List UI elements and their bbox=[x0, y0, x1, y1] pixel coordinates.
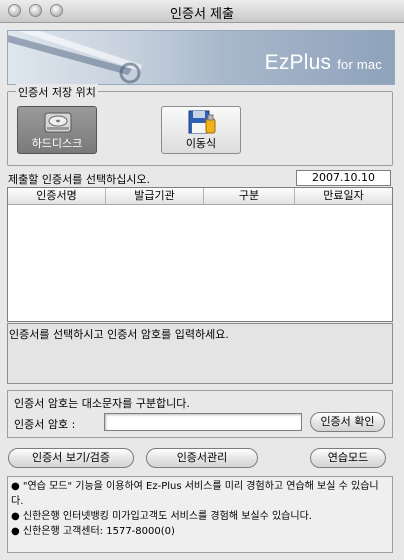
window-title: 인증서 제출 bbox=[170, 7, 234, 22]
column-header-issuer[interactable]: 발급기관 bbox=[106, 188, 204, 204]
storage-location-legend: 인증서 저장 위치 bbox=[16, 84, 98, 100]
column-header-type[interactable]: 구분 bbox=[204, 188, 295, 204]
ezplus-banner: EzPlus for mac bbox=[7, 30, 395, 85]
note-item: ● "연습 모드" 기능을 이용하여 Ez-Plus 서비스를 미리 경험하고 … bbox=[11, 481, 379, 507]
table-header: 인증서명 발급기관 구분 만료일자 bbox=[8, 188, 392, 205]
info-message-box: 인증서를 선택하시고 인증서 암호를 입력하세요. bbox=[7, 323, 393, 384]
password-input[interactable] bbox=[104, 413, 302, 431]
column-header-certificate-name[interactable]: 인증서명 bbox=[8, 188, 106, 204]
confirm-certificate-button[interactable]: 인증서 확인 bbox=[310, 412, 385, 432]
certificate-table[interactable]: 인증서명 발급기관 구분 만료일자 bbox=[7, 187, 393, 322]
notes-box: ● "연습 모드" 기능을 이용하여 Ez-Plus 서비스를 미리 경험하고 … bbox=[7, 476, 393, 553]
title-bar[interactable]: 인증서 제출 bbox=[0, 0, 404, 23]
practice-mode-button[interactable]: 연습모드 bbox=[310, 448, 386, 468]
password-group: 인증서 암호는 대소문자를 구분합니다. 인증서 암호 : 인증서 확인 bbox=[7, 390, 393, 438]
view-verify-certificate-button[interactable]: 인증서 보기/검증 bbox=[8, 448, 134, 468]
case-sensitive-note: 인증서 암호는 대소문자를 구분합니다. bbox=[14, 397, 190, 410]
brand-logo: EzPlus for mac bbox=[264, 51, 382, 74]
manage-certificate-button[interactable]: 인증서관리 bbox=[146, 448, 258, 468]
harddisk-button[interactable]: 하드디스크 bbox=[17, 106, 97, 154]
certificate-submit-window: 인증서 제출 EzPlus for mac 인증서 저장 위치 하드디스크 이동… bbox=[0, 0, 404, 560]
removable-storage-label: 이동식 bbox=[185, 137, 217, 150]
password-label: 인증서 암호 : bbox=[14, 418, 76, 431]
harddisk-label: 하드디스크 bbox=[31, 137, 83, 150]
current-date: 2007.10.10 bbox=[296, 170, 391, 186]
storage-location-group: 인증서 저장 위치 하드디스크 이동식 bbox=[7, 84, 393, 166]
column-header-expiry-date[interactable]: 만료일자 bbox=[295, 188, 392, 204]
info-message: 인증서를 선택하시고 인증서 암호를 입력하세요. bbox=[9, 328, 229, 341]
key-icon bbox=[8, 31, 142, 84]
floppy-disk-icon bbox=[188, 110, 216, 134]
note-item: ● 신한은행 인터넷뱅킹 미가입고객도 서비스를 경험해 보실수 있습니다. bbox=[11, 511, 312, 522]
harddisk-icon bbox=[44, 112, 72, 133]
note-item: ● 신한은행 고객센터: 1577-8000(0) bbox=[11, 526, 175, 537]
removable-storage-button[interactable]: 이동식 bbox=[161, 106, 241, 154]
select-certificate-prompt: 제출할 인증서를 선택하십시오. bbox=[8, 173, 151, 186]
